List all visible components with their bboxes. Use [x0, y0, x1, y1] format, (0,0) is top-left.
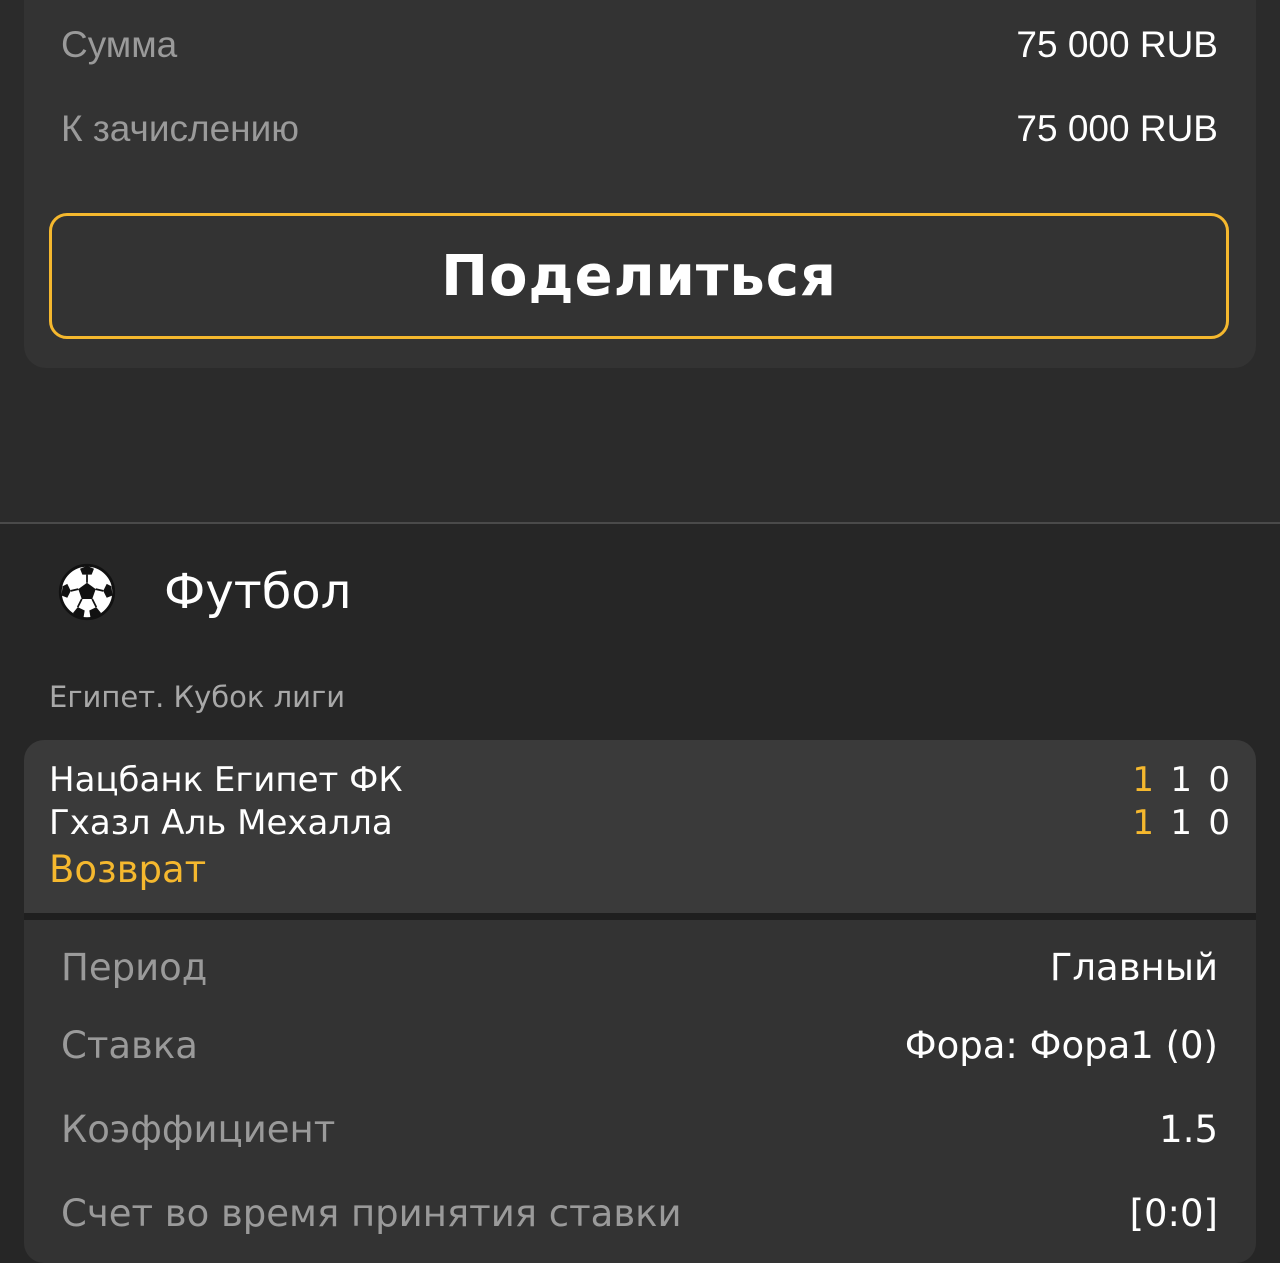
home-score-period-2: 0 — [1208, 760, 1230, 800]
bet-details-card: Период Главный Ставка Фора: Фора1 (0) Ко… — [24, 920, 1256, 1263]
period-label: Период — [61, 946, 208, 989]
odds-value: 1.5 — [1159, 1108, 1218, 1151]
home-score-total: 1 — [1132, 760, 1154, 800]
detail-row-bet: Ставка Фора: Фора1 (0) — [61, 1024, 1218, 1068]
detail-row-odds: Коэффициент 1.5 — [61, 1108, 1218, 1152]
team-name-home: Нацбанк Египет ФК — [49, 760, 403, 800]
period-value: Главный — [1049, 946, 1218, 989]
summary-card: Сумма 75 000 RUB К зачислению 75 000 RUB… — [24, 0, 1256, 368]
credit-value: 75 000 RUB — [1016, 108, 1218, 149]
team-row-home: Нацбанк Египет ФК 1 1 0 — [49, 759, 1230, 801]
score-at-bet-label: Счет во время принятия ставки — [61, 1192, 682, 1235]
away-score-period-1: 1 — [1170, 803, 1192, 843]
away-score-total: 1 — [1132, 803, 1154, 843]
amount-value: 75 000 RUB — [1016, 24, 1218, 65]
away-score-period-2: 0 — [1208, 803, 1230, 843]
sport-header: Футбол — [58, 560, 351, 624]
score-at-bet-value: [0:0] — [1129, 1192, 1218, 1235]
detail-row-period: Период Главный — [61, 946, 1218, 990]
home-scores: 1 1 0 — [1116, 759, 1230, 801]
sport-title: Футбол — [164, 564, 352, 620]
away-scores: 1 1 0 — [1116, 802, 1230, 844]
team-name-away: Гхазл Аль Мехалла — [49, 803, 393, 843]
share-button[interactable]: Поделиться — [49, 213, 1229, 339]
amount-row: Сумма 75 000 RUB — [61, 23, 1218, 67]
credit-row: К зачислению 75 000 RUB — [61, 107, 1218, 151]
league-name: Египет. Кубок лиги — [49, 680, 346, 714]
bet-result-status: Возврат — [49, 848, 207, 891]
amount-label: Сумма — [61, 24, 178, 65]
match-card[interactable]: Нацбанк Египет ФК 1 1 0 Гхазл Аль Мехалл… — [24, 740, 1256, 913]
soccer-ball-icon — [58, 563, 116, 621]
home-score-period-1: 1 — [1170, 760, 1192, 800]
odds-label: Коэффициент — [61, 1108, 336, 1151]
credit-label: К зачислению — [61, 108, 300, 149]
bet-label: Ставка — [61, 1024, 198, 1067]
team-row-away: Гхазл Аль Мехалла 1 1 0 — [49, 802, 1230, 844]
detail-row-score-at-bet: Счет во время принятия ставки [0:0] — [61, 1192, 1218, 1236]
card-separator — [24, 913, 1256, 920]
bet-value: Фора: Фора1 (0) — [904, 1024, 1218, 1067]
